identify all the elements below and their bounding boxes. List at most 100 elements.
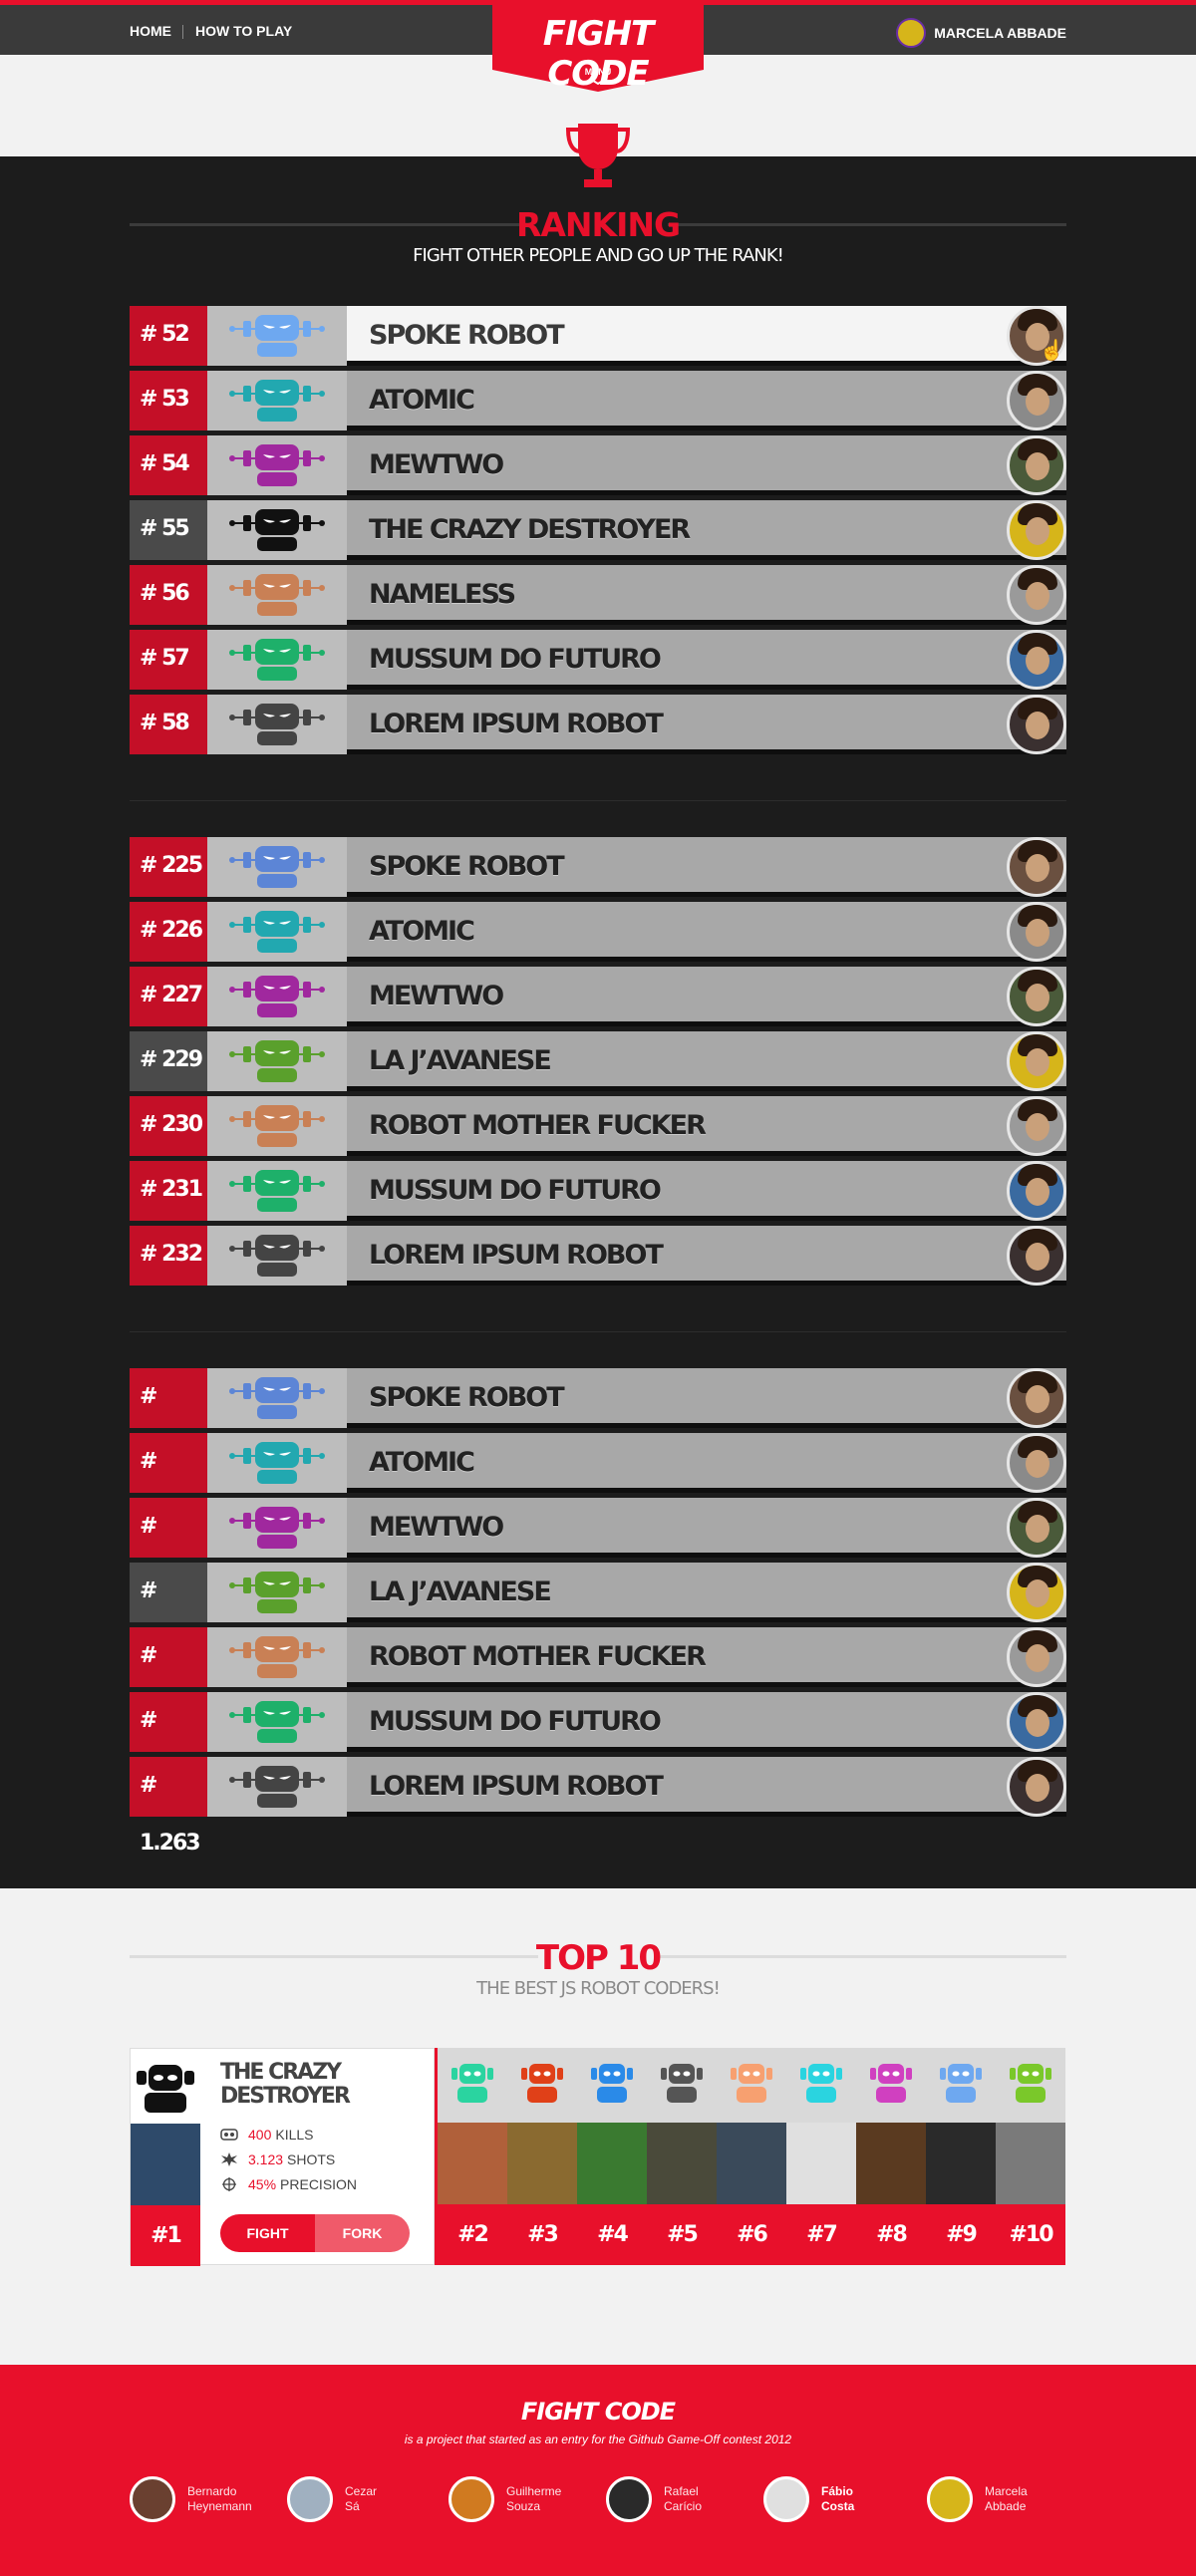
avatar-face [1026, 1644, 1049, 1672]
top1-actions: FIGHT FORK [220, 2214, 410, 2252]
top1-robot [131, 2049, 200, 2124]
ranking-row[interactable]: # 53 ATOMIC [130, 371, 1066, 430]
owner-avatar[interactable] [1007, 1433, 1066, 1493]
avatar-face [1026, 1385, 1049, 1413]
ranking-row[interactable]: # 232 LOREM IPSUM ROBOT [130, 1226, 1066, 1286]
top10-entry[interactable]: #3 [507, 2048, 577, 2265]
contributor-name: Guilherme Souza [506, 2484, 561, 2514]
ranking-row[interactable]: # 58 LOREM IPSUM ROBOT [130, 695, 1066, 754]
contributor[interactable]: Marcela Abbade [927, 2474, 1028, 2524]
top10-entry[interactable]: #2 [438, 2048, 507, 2265]
robot-icon [229, 1170, 325, 1212]
ranking-row[interactable]: # 54 MEWTWO [130, 435, 1066, 495]
owner-avatar[interactable] [1007, 500, 1066, 560]
rank-number: # 52 [130, 306, 207, 366]
robot-name: MUSSUM DO FUTURO [369, 1706, 662, 1737]
robot-name: MEWTWO [369, 981, 504, 1011]
ranking-row[interactable]: # 1.263 LOREM IPSUM ROBOT [130, 1757, 1066, 1856]
top10-entry[interactable]: #10 [996, 2048, 1065, 2265]
ranking-row[interactable]: # 1.257 SPOKE ROBOT [130, 1368, 1066, 1467]
contributor-first-name: Fábio [821, 2484, 853, 2498]
top10-entry[interactable]: #8 [856, 2048, 926, 2265]
user-menu[interactable]: MARCELA ABBADE [896, 18, 1066, 48]
ranking-row[interactable]: # 57 MUSSUM DO FUTURO [130, 630, 1066, 690]
ranking-row[interactable]: # 56 NAMELESS [130, 565, 1066, 625]
top10-entry[interactable]: #6 [717, 2048, 786, 2265]
contributor-last-name: Souza [506, 2499, 541, 2513]
nav-home-link[interactable]: HOME [130, 23, 171, 39]
owner-avatar[interactable] [1007, 1757, 1066, 1817]
logo-menu-tab[interactable]: FIGHT CODE MENU [492, 0, 704, 94]
contributor[interactable]: Guilherme Souza [448, 2474, 561, 2524]
owner-avatar[interactable] [1007, 565, 1066, 625]
robot-icon [229, 846, 325, 888]
robot-thumbnail [207, 630, 347, 690]
top1-card: #1 THE CRAZY DESTROYER 400 KILLS 3.123 S… [130, 2048, 435, 2266]
ranking-row[interactable]: # 1.261 ROBOT MOTHER FUCKER [130, 1627, 1066, 1726]
owner-avatar[interactable] [1007, 1226, 1066, 1286]
robot-thumbnail [207, 500, 347, 560]
ranking-row[interactable]: # 1.258 ATOMIC [130, 1433, 1066, 1532]
contributor-last-name: Heynemann [187, 2499, 252, 2513]
fork-button[interactable]: FORK [315, 2214, 410, 2252]
avatar-face [1026, 984, 1049, 1011]
top10-entry[interactable]: #4 [577, 2048, 647, 2265]
ranking-row[interactable]: # 52 SPOKE ROBOT ☝ [130, 306, 1066, 366]
ranking-row[interactable]: # 231 MUSSUM DO FUTURO [130, 1161, 1066, 1221]
owner-avatar[interactable] [1007, 1627, 1066, 1687]
ranking-row[interactable]: # 227 MEWTWO [130, 967, 1066, 1026]
ranking-row[interactable]: # 230 ROBOT MOTHER FUCKER [130, 1096, 1066, 1156]
top10-entry[interactable]: #5 [647, 2048, 717, 2265]
nav-how-to-play-link[interactable]: HOW TO PLAY [195, 23, 292, 39]
top10-photo [856, 2123, 926, 2204]
robot-icon [521, 2064, 563, 2103]
top10-entry[interactable]: #9 [926, 2048, 996, 2265]
ranking-row[interactable]: # 1.260 LA J’AVANESE [130, 1563, 1066, 1661]
rank-number: # 1.260 [130, 1563, 221, 1661]
contributor[interactable]: Rafael Carício [606, 2474, 702, 2524]
owner-avatar[interactable] [1007, 695, 1066, 754]
ranking-row[interactable]: # 225 SPOKE ROBOT [130, 837, 1066, 897]
owner-avatar[interactable] [1007, 630, 1066, 690]
top10-photo [786, 2123, 856, 2204]
ranking-row[interactable]: # 229 LA J’AVANESE [130, 1031, 1066, 1091]
avatar-face [1026, 388, 1049, 416]
contributor-name: Fábio Costa [821, 2484, 854, 2514]
owner-avatar[interactable] [1007, 967, 1066, 1026]
ranking-row[interactable]: # 55 THE CRAZY DESTROYER [130, 500, 1066, 560]
ranking-row[interactable]: # 226 ATOMIC [130, 902, 1066, 962]
owner-avatar[interactable] [1007, 435, 1066, 495]
contributor-avatar [606, 2476, 652, 2522]
ranking-row[interactable]: # 1.259 MEWTWO [130, 1498, 1066, 1596]
contributor[interactable]: Fábio Costa [763, 2474, 854, 2524]
owner-avatar[interactable] [1007, 1563, 1066, 1622]
robot-thumbnail [207, 1757, 347, 1817]
rank-number: # 53 [130, 371, 207, 430]
stat-precision: 45% PRECISION [220, 2176, 357, 2192]
top10-entry[interactable]: #7 [786, 2048, 856, 2265]
owner-avatar[interactable] [1007, 837, 1066, 897]
owner-avatar[interactable] [1007, 1368, 1066, 1428]
fight-button[interactable]: FIGHT [220, 2214, 315, 2252]
contributor[interactable]: Cezar Sá [287, 2474, 377, 2524]
ranking-row[interactable]: # 1.262 MUSSUM DO FUTURO [130, 1692, 1066, 1791]
rank-number: # 1.259 [130, 1498, 207, 1596]
robot-icon [137, 2065, 194, 2113]
nav-separator [182, 25, 183, 39]
robot-thumbnail [207, 306, 347, 366]
owner-avatar[interactable] [1007, 1161, 1066, 1221]
contributor[interactable]: Bernardo Heynemann [130, 2474, 252, 2524]
owner-avatar[interactable] [1007, 1692, 1066, 1752]
owner-avatar[interactable] [1007, 902, 1066, 962]
owner-avatar[interactable] [1007, 1498, 1066, 1558]
avatar-face [1026, 919, 1049, 947]
robot-thumbnail [207, 902, 347, 962]
trophy-icon [565, 124, 631, 187]
owner-avatar[interactable] [1007, 1096, 1066, 1156]
owner-avatar[interactable] [1007, 371, 1066, 430]
owner-avatar[interactable] [1007, 1031, 1066, 1091]
precision-label: PRECISION [280, 2176, 358, 2192]
top10-robot [507, 2048, 577, 2123]
footer-logo[interactable]: FIGHT CODE [0, 2398, 1196, 2426]
rank-number: # 1.262 [130, 1692, 207, 1791]
